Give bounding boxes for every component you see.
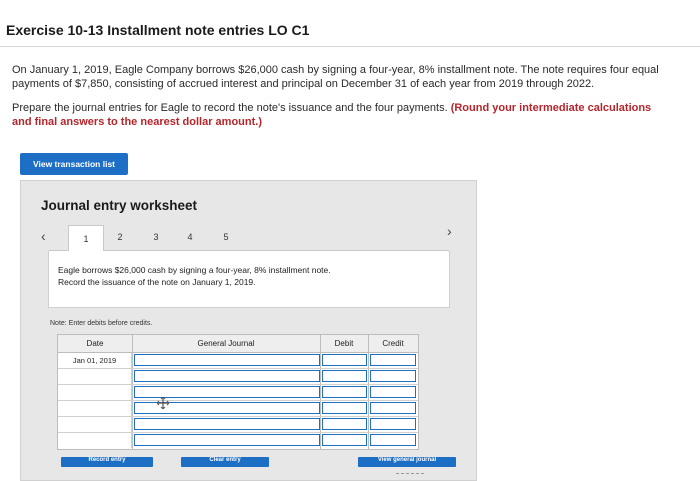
row-date [58,369,132,384]
debit-input[interactable] [322,434,367,446]
journal-entry-worksheet: Journal entry worksheet ‹ › 1 2 3 4 5 Ea… [20,180,477,481]
view-transaction-list-button[interactable]: View transaction list [20,153,128,175]
column-header-general-journal: General Journal [197,339,255,348]
tab-4[interactable]: 4 [179,225,201,249]
table-row [58,417,418,433]
credit-input[interactable] [370,402,416,414]
tab-5[interactable]: 5 [215,225,237,249]
account-input[interactable] [134,434,320,446]
title-divider [0,46,700,47]
credit-input[interactable] [370,434,416,446]
tab-2[interactable]: 2 [109,225,131,249]
chevron-left-icon[interactable]: ‹ [41,228,46,244]
account-input[interactable] [134,354,320,366]
row-date [58,433,132,448]
credit-input[interactable] [370,386,416,398]
problem-paragraph-1: On January 1, 2019, Eagle Company borrow… [12,64,659,90]
credit-input[interactable] [370,354,416,366]
debit-input[interactable] [322,402,367,414]
debit-input[interactable] [322,354,367,366]
general-journal-table: Date General Journal Debit Credit Jan 01… [57,334,419,450]
table-row [58,369,418,385]
column-header-credit: Credit [382,339,404,348]
tab-3[interactable]: 3 [145,225,167,249]
page-title: Exercise 10-13 Installment note entries … [6,22,310,38]
worksheet-title: Journal entry worksheet [41,198,198,213]
debit-input[interactable] [322,386,367,398]
tab-1[interactable]: 1 [68,225,104,252]
credit-input[interactable] [370,370,416,382]
clear-entry-button[interactable]: Clear entry [181,457,269,467]
debit-input[interactable] [322,370,367,382]
row-date [58,401,132,416]
prompt-line-1: Eagle borrows $26,000 cash by signing a … [58,265,331,275]
partial-divider [396,473,424,479]
table-row [58,401,418,417]
prompt-line-2: Record the issuance of the note on Janua… [58,277,256,287]
row-date [58,385,132,400]
table-row [58,385,418,401]
column-header-date: Date [86,339,104,348]
table-row [58,433,418,448]
entry-prompt: Eagle borrows $26,000 cash by signing a … [58,264,331,288]
account-input[interactable] [134,370,320,382]
column-header-debit: Debit [334,339,354,348]
record-entry-button[interactable]: Record entry [61,457,153,467]
debits-note: Note: Enter debits before credits. [50,320,153,327]
view-general-journal-button[interactable]: View general journal [358,457,456,467]
debit-input[interactable] [322,418,367,430]
move-cursor-icon [157,397,169,409]
table-row: Jan 01, 2019 [58,353,418,369]
instruction-text: Prepare the journal entries for Eagle to… [12,102,451,114]
credit-input[interactable] [370,418,416,430]
row-date: Jan 01, 2019 [58,353,132,368]
account-input[interactable] [134,418,320,430]
entry-prompt-box: Eagle borrows $26,000 cash by signing a … [48,251,450,308]
chevron-right-icon[interactable]: › [447,223,452,239]
row-date [58,417,132,432]
problem-paragraph-2: Prepare the journal entries for Eagle to… [12,101,672,129]
